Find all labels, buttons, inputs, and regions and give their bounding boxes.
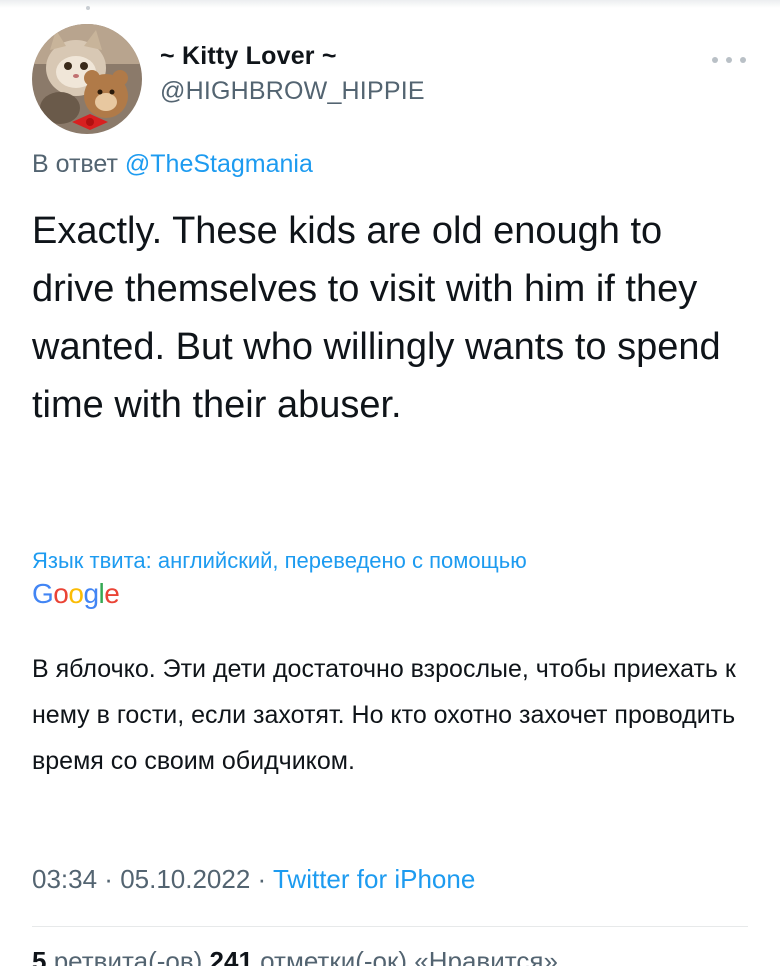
google-logo-letter: e [104, 578, 120, 609]
tweet-metadata: 03:34 · 05.10.2022 · Twitter for iPhone [32, 864, 475, 895]
google-logo-letter: g [83, 578, 99, 609]
tweet-date[interactable]: 05.10.2022 [120, 864, 250, 894]
likes-label[interactable]: отметки(-ок) «Нравится» [253, 946, 558, 966]
author-names[interactable]: ~ Kitty Lover ~ @HIGHBROW_HIPPIE [160, 42, 425, 106]
more-dot [726, 57, 732, 63]
more-dot [740, 57, 746, 63]
display-name[interactable]: ~ Kitty Lover ~ [160, 42, 425, 71]
google-logo: Google [32, 578, 120, 610]
more-options-icon[interactable] [712, 52, 746, 68]
meta-separator: · [97, 864, 121, 894]
retweets-label[interactable]: ретвита(-ов) [46, 946, 209, 966]
more-dot [712, 57, 718, 63]
tweet-text: Exactly. These kids are old enough to dr… [32, 210, 721, 426]
divider [32, 926, 748, 927]
avatar-image [32, 24, 142, 134]
google-logo-letter: o [53, 578, 69, 609]
meta-separator: · [250, 864, 273, 894]
tweet-detail: ~ Kitty Lover ~ @HIGHBROW_HIPPIE В ответ… [0, 0, 780, 966]
avatar[interactable] [32, 24, 142, 134]
reply-mention-link[interactable]: @TheStagmania [125, 150, 313, 178]
translated-text: В яблочко. Эти дети достаточно взрослые,… [32, 655, 736, 775]
google-logo-letter: o [68, 578, 84, 609]
reply-context: В ответ @TheStagmania [32, 150, 313, 179]
retweets-count[interactable]: 5 [32, 946, 46, 966]
engagement-stats: 5 ретвита(-ов) 241 отметки(-ок) «Нравитс… [32, 946, 748, 966]
tweet-source-link[interactable]: Twitter for iPhone [273, 864, 475, 894]
google-logo-letter: G [32, 578, 54, 609]
user-handle[interactable]: @HIGHBROW_HIPPIE [160, 77, 425, 106]
translation-notice[interactable]: Язык твита: английский, переведено с пом… [32, 548, 527, 574]
reply-prefix: В ответ [32, 150, 125, 178]
tweet-time[interactable]: 03:34 [32, 864, 97, 894]
likes-count[interactable]: 241 [210, 946, 253, 966]
